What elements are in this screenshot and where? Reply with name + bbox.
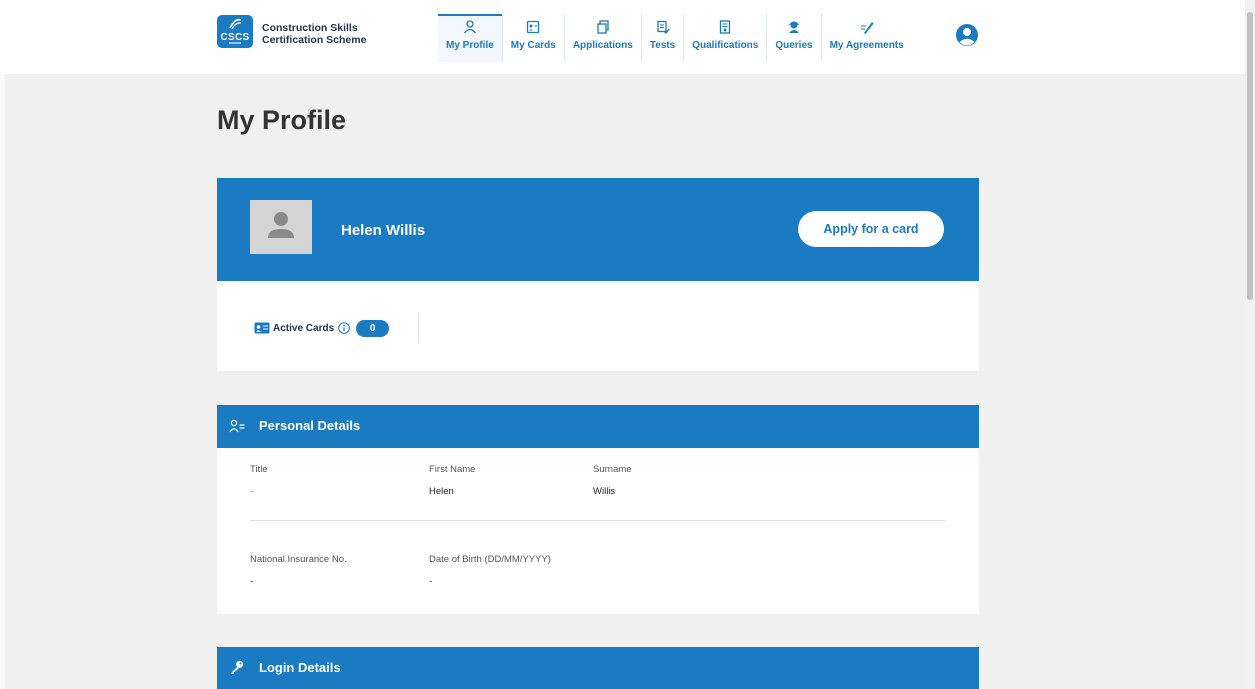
divider [250,520,945,521]
nav-item-my-profile[interactable]: My Profile [438,14,502,62]
nav-item-applications[interactable]: Applications [563,14,641,62]
field-title: Title - [250,464,268,497]
field-first-name: First Name Helen [429,464,475,497]
test-icon [656,20,670,34]
organisation-name: Construction Skills Certification Scheme [262,22,366,46]
cards-summary: Active Cards 0 [217,281,979,371]
login-details-header: Login Details [217,647,979,689]
top-navigation-bar: CSCS Construction Skills Certification S… [0,0,1245,74]
user-name: Helen Willis [341,222,426,239]
account-circle-icon[interactable] [955,23,979,47]
field-label: Date of Birth (DD/MM/YYYY) [429,554,551,565]
support-agent-icon [788,21,799,33]
info-icon[interactable] [338,322,350,334]
field-label: First Name [429,464,476,475]
logo-swirl-icon [229,18,242,30]
active-cards-count-badge: 0 [356,319,390,337]
field-label: Title [250,464,268,475]
personal-details-body: Title - First Name Helen Surname Willis … [217,448,979,614]
id-card-icon [527,20,540,34]
nav-item-tests[interactable]: Tests [640,14,683,62]
nav-item-my-cards[interactable]: My Cards [501,14,564,62]
nav-label-queries: Queries [775,40,813,51]
login-details-title: Login Details [259,660,341,675]
field-surname: Surname Willis [593,464,632,497]
apply-for-card-button[interactable]: Apply for a card [798,211,944,247]
field-value: - [429,576,433,587]
nav-item-my-agreements[interactable]: My Agreements [820,14,912,62]
field-label: Surname [593,464,632,475]
field-date-of-birth: Date of Birth (DD/MM/YYYY) - [429,554,551,587]
field-label: National Insurance No. [250,554,347,565]
certificate-icon [720,20,731,34]
field-value: - [250,576,254,587]
page-title: My Profile [217,105,347,135]
active-cards-indicator: Active Cards 0 [254,318,390,338]
nav-label-tests: Tests [649,40,676,51]
main-nav: My Profile My Cards Applications Tests Q… [438,14,912,62]
field-value: - [250,486,254,497]
signature-icon [860,22,874,34]
id-card-icon [254,322,270,334]
nav-label-my-cards: My Cards [510,40,556,51]
personal-details-title: Personal Details [259,418,361,433]
cscs-logo[interactable]: CSCS [217,15,253,48]
documents-icon [597,20,609,34]
person-list-icon [229,419,245,433]
nav-label-my-profile: My Profile [446,40,494,51]
field-national-insurance-no: National Insurance No. - [250,554,347,587]
personal-details-header: Personal Details [217,405,979,448]
field-value: Willis [593,486,616,497]
avatar-placeholder-icon [268,212,294,238]
organisation-name-line1: Construction Skills [262,22,358,34]
divider [418,313,419,343]
profile-header: Helen Willis Apply for a card [217,178,979,281]
avatar [250,200,312,254]
nav-item-queries[interactable]: Queries [766,14,820,62]
active-cards-label: Active Cards [273,322,335,334]
nav-label-my-agreements: My Agreements [829,40,904,51]
nav-item-qualifications[interactable]: Qualifications [683,14,766,62]
field-value: Helen [429,486,454,497]
key-icon [231,660,244,674]
nav-label-qualifications: Qualifications [692,40,759,51]
nav-label-applications: Applications [572,40,633,51]
person-icon [463,20,476,34]
scrollbar-thumb[interactable] [1247,12,1253,300]
organisation-name-line2: Certification Scheme [262,34,367,46]
